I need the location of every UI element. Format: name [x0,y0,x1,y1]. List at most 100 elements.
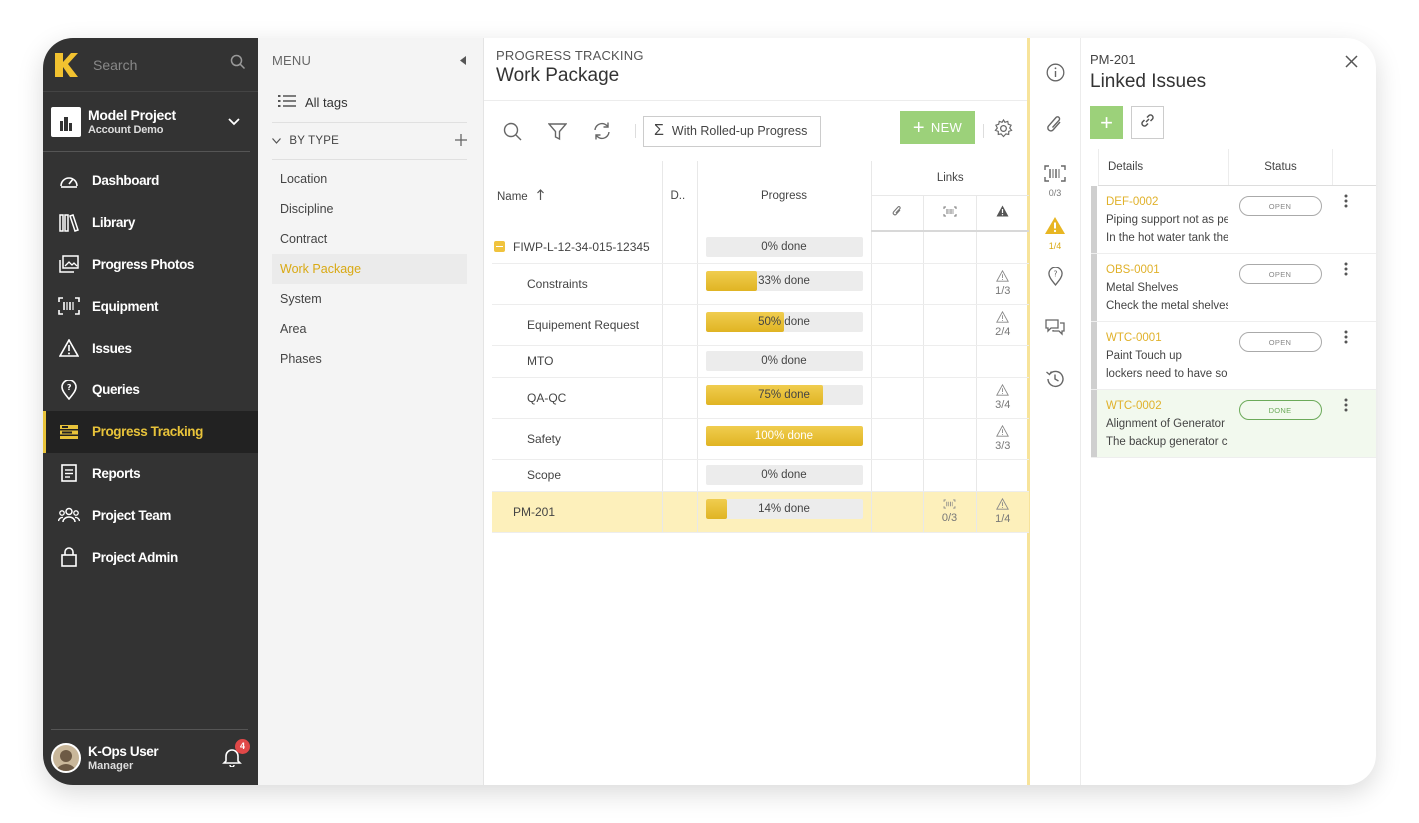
table-row[interactable]: Constraints 33% done 1/3 [492,263,1030,305]
issues-count: 2/4 [995,325,1011,338]
column-header-details: Details [1098,149,1229,185]
column-header-attachments[interactable] [871,195,924,232]
add-icon[interactable] [455,133,467,149]
barcode-scan-icon [943,206,957,220]
row-name-cell: FIWP-L-12-34-015-12345 [492,231,663,264]
user-profile[interactable]: K-Ops User Manager 4 [51,729,250,785]
row-issues-cell[interactable]: 3/3 [976,418,1030,460]
collapse-left-icon[interactable] [460,53,467,68]
sort-up-arrow-icon[interactable] [536,189,544,203]
rolled-up-progress-toggle[interactable]: Σ With Rolled-up Progress [643,115,822,147]
table-row[interactable]: QA-QC 75% done 3/4 [492,377,1030,419]
issue-code[interactable]: DEF-0002 [1106,196,1228,208]
row-attachments-cell [871,263,924,305]
nav-item-dashboard[interactable]: Dashboard [43,160,258,202]
new-button[interactable]: + NEW [900,111,975,144]
nav-item-project-admin[interactable]: Project Admin [43,536,258,578]
column-header-equipment[interactable] [923,195,977,232]
nav-item-issues[interactable]: Issues [43,327,258,369]
row-name: Constraints [527,276,588,291]
row-name: QA-QC [527,390,567,405]
all-tags-item[interactable]: All tags [272,82,467,122]
type-item-work-package[interactable]: Work Package [272,254,467,284]
more-vertical-icon[interactable] [1332,254,1360,321]
gear-icon[interactable] [994,118,1013,143]
table-row[interactable]: Equipement Request 50% done 2/4 [492,304,1030,346]
nav-item-progress-tracking[interactable]: Progress Tracking [43,410,258,453]
nav-item-progress-photos[interactable]: Progress Photos [43,244,258,286]
comments-tab[interactable] [1030,315,1081,366]
more-vertical-icon[interactable] [1332,322,1360,389]
row-issues-cell[interactable]: 1/4 [976,491,1030,533]
history-tab[interactable] [1030,366,1081,417]
add-issue-button[interactable]: + [1090,106,1123,139]
issue-status-cell: OPEN [1228,254,1332,321]
row-equipment-cell [923,377,977,419]
type-item-area[interactable]: Area [272,314,467,344]
row-d-cell [662,418,698,460]
progress-bar: 100% done [705,425,863,446]
nav-item-reports[interactable]: Reports [43,453,258,495]
close-icon[interactable] [1345,51,1358,74]
search-icon[interactable] [230,54,246,75]
nav-item-project-team[interactable]: Project Team [43,494,258,536]
type-item-phases[interactable]: Phases [272,344,467,374]
search-icon[interactable] [500,119,524,143]
linked-issue-row[interactable]: OBS-0001 Metal Shelves Check the metal she… [1091,254,1376,322]
issue-status-cell: DONE [1228,390,1332,457]
filter-icon[interactable] [545,119,569,143]
linked-issue-row[interactable]: DEF-0002 Piping support not as per In the … [1091,186,1376,254]
row-equipment-cell[interactable]: 0/3 [923,491,977,533]
by-type-group[interactable]: BY TYPE [272,122,467,160]
row-attachments-cell [871,231,924,264]
row-progress-cell: 75% done [697,377,872,419]
info-tab[interactable] [1030,60,1081,111]
chevron-down-icon[interactable] [228,113,240,131]
column-header-d[interactable]: D.. [662,161,698,231]
warning-triangle-icon [58,337,80,359]
row-equipment-cell [923,418,977,460]
nav-item-library[interactable]: Library [43,202,258,244]
type-item-contract[interactable]: Contract [272,224,467,254]
link-issue-button[interactable] [1131,106,1164,139]
column-header-issues[interactable] [976,195,1030,232]
linked-issue-row[interactable]: WTC-0002 Alignment of Generator r The back… [1091,390,1376,458]
table-row[interactable]: Safety 100% done 3/3 [492,418,1030,460]
column-header-name[interactable]: Name [492,161,663,231]
project-selector[interactable]: Model Project Account Demo [43,92,250,152]
type-item-system[interactable]: System [272,284,467,314]
queries-tab[interactable]: ? [1030,264,1081,315]
row-progress-cell: 0% done [697,459,872,492]
table-row[interactable]: PM-201 14% done 0/3 1/4 [492,491,1030,533]
row-issues-cell[interactable]: 1/3 [976,263,1030,305]
issues-tab[interactable]: 1/4 [1030,213,1081,264]
row-name-cell: PM-201 [492,491,663,533]
issue-code[interactable]: OBS-0001 [1106,264,1228,276]
search-input[interactable]: Search [93,57,230,73]
type-item-location[interactable]: Location [272,164,467,194]
nav-item-equipment[interactable]: Equipment [43,285,258,327]
collapse-minus-icon[interactable] [494,240,505,252]
row-equipment-cell [923,459,977,492]
nav-search-bar: Search [43,38,258,92]
linked-issue-row[interactable]: WTC-0001 Paint Touch up lockers need to ha… [1091,322,1376,390]
type-item-discipline[interactable]: Discipline [272,194,467,224]
table-row[interactable]: Scope 0% done [492,459,1030,492]
table-row[interactable]: MTO 0% done [492,345,1030,378]
refresh-icon[interactable] [590,119,614,143]
row-issues-cell[interactable]: 2/4 [976,304,1030,346]
avatar [51,742,81,773]
column-header-status: Status [1229,149,1333,185]
issue-code[interactable]: WTC-0002 [1106,400,1228,412]
table-row[interactable]: FIWP-L-12-34-015-12345 0% done [492,231,1030,264]
more-vertical-icon[interactable] [1332,390,1360,457]
issue-code[interactable]: WTC-0001 [1106,332,1228,344]
column-header-progress[interactable]: Progress [697,161,872,231]
bell-icon[interactable]: 4 [222,738,250,769]
more-vertical-icon[interactable] [1332,186,1360,253]
nav-item-queries[interactable]: ? Queries [43,369,258,411]
attachments-tab[interactable] [1030,111,1081,162]
k-logo[interactable] [53,52,79,78]
equipment-tab[interactable]: 0/3 [1030,162,1081,213]
row-issues-cell[interactable]: 3/4 [976,377,1030,419]
